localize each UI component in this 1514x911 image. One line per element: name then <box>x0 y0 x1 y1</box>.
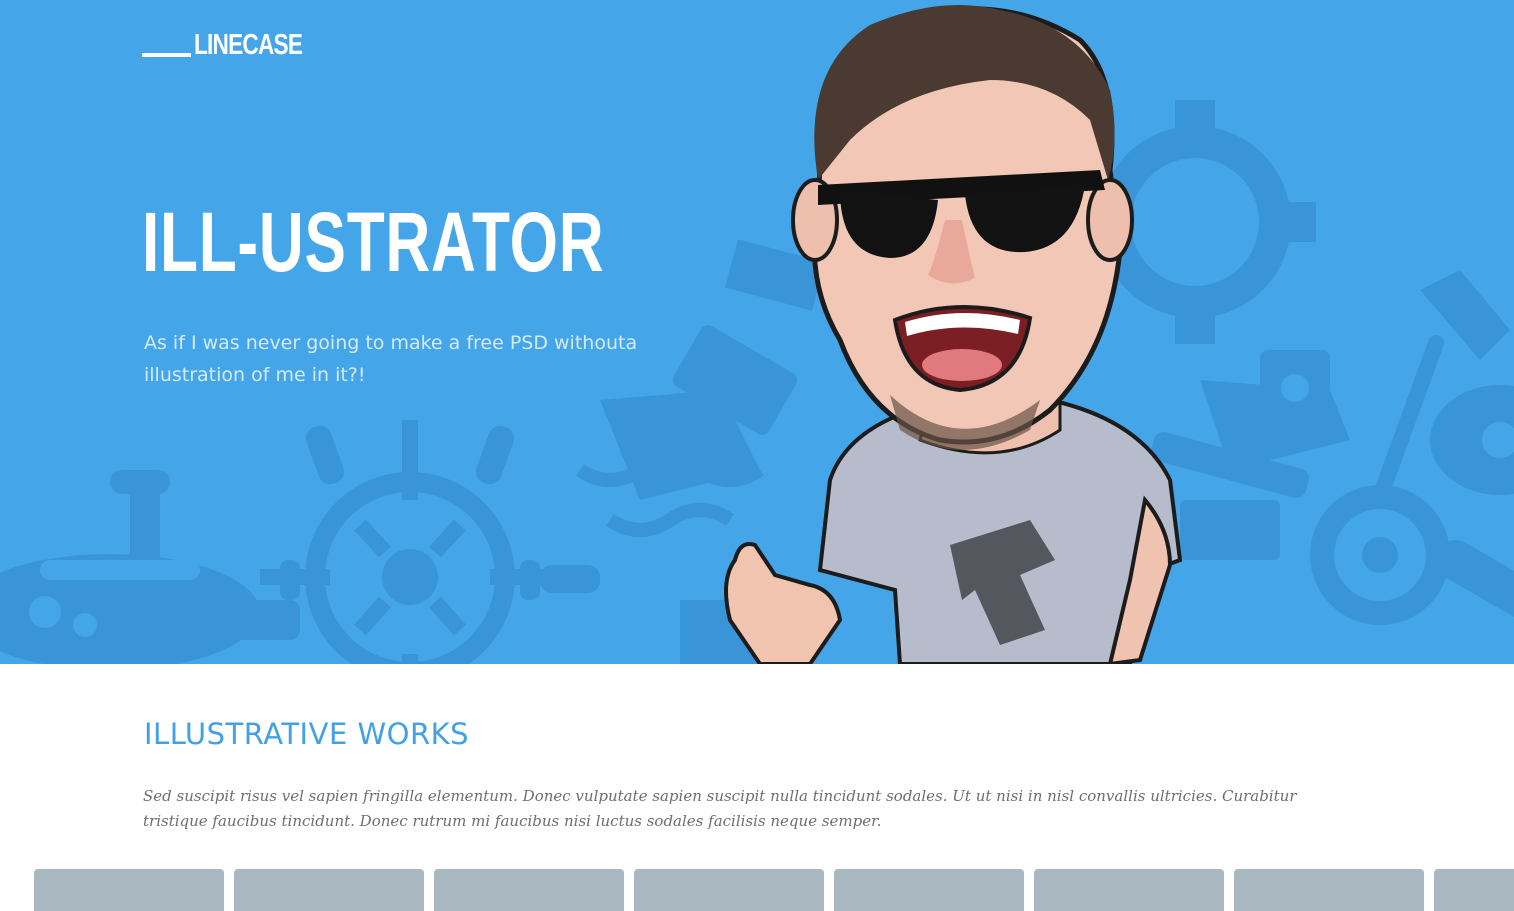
hero-banner: LINECASE ILL-USTRATOR As if I was never … <box>0 0 1514 664</box>
hero-title: ILL-USTRATOR <box>142 195 605 289</box>
work-thumbnail[interactable] <box>1234 869 1424 911</box>
anchor-icon <box>1310 270 1514 625</box>
hero-subtitle: As if I was never going to make a free P… <box>144 332 638 386</box>
caricature-illustration <box>724 5 1183 664</box>
ship-wheel-icon <box>260 420 600 664</box>
work-thumbnail[interactable] <box>1434 869 1514 911</box>
work-thumbnail[interactable] <box>634 869 824 911</box>
submarine-icon <box>0 470 300 664</box>
works-thumbnail-strip <box>34 869 1514 911</box>
work-thumbnail[interactable] <box>834 869 1024 911</box>
work-thumbnail[interactable] <box>34 869 224 911</box>
works-title: ILLUSTRATIVE WORKS <box>144 717 470 751</box>
works-description: Sed suscipit risus vel sapien fringilla … <box>143 787 1297 830</box>
work-thumbnail[interactable] <box>1034 869 1224 911</box>
logo-text: LINECASE <box>194 29 303 61</box>
logo-bar <box>142 53 191 57</box>
work-thumbnail[interactable] <box>434 869 624 911</box>
logo[interactable]: LINECASE <box>142 24 333 60</box>
work-thumbnail[interactable] <box>234 869 424 911</box>
